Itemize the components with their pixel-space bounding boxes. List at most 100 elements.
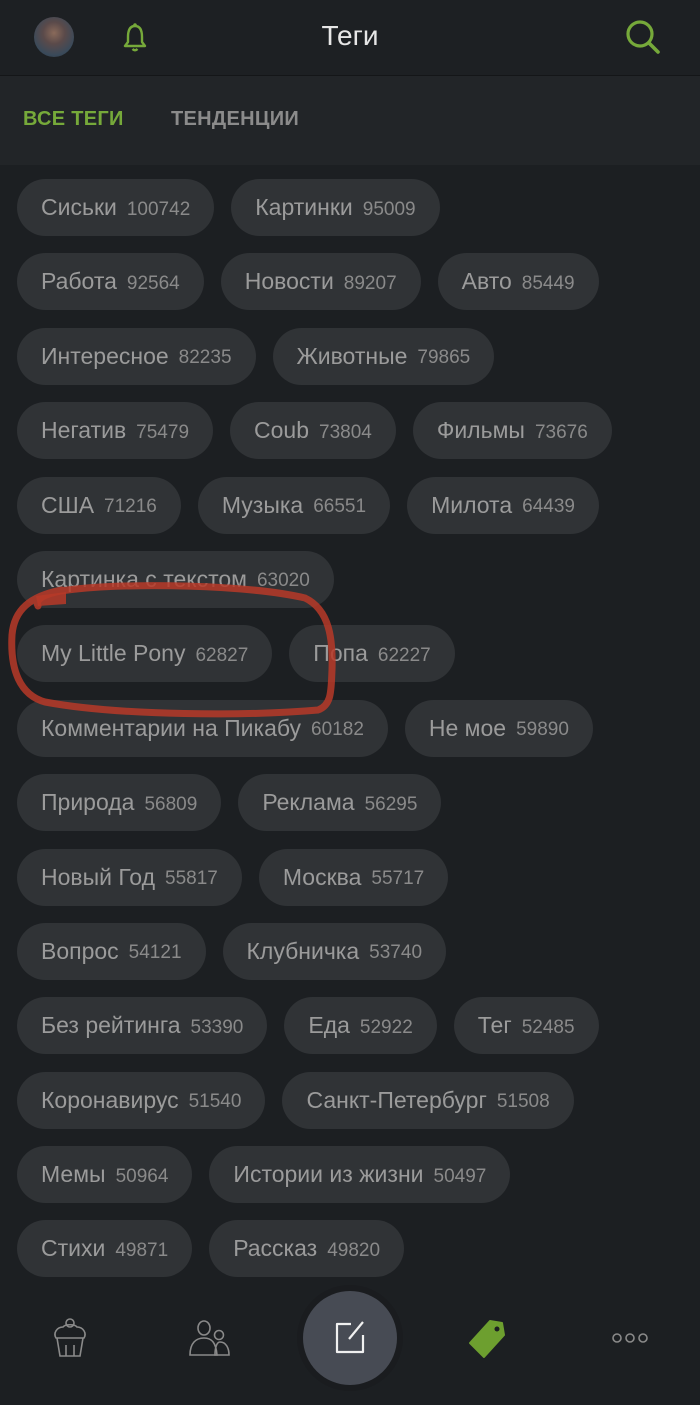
- tag-row: Новый Год 55817 Москва 55717: [17, 848, 697, 906]
- tag-chip[interactable]: Музыка 66551: [197, 476, 391, 534]
- tag-chip[interactable]: Попа 62227: [289, 625, 455, 683]
- tag-count: 56809: [144, 793, 198, 815]
- tag-name: Картинки: [255, 194, 353, 220]
- cupcake-icon[interactable]: [45, 1313, 95, 1363]
- tag-name: Работа: [41, 268, 117, 295]
- tag-name: Мемы: [41, 1161, 106, 1188]
- tag-name: Картинка с текстом: [41, 565, 247, 592]
- tag-count: 75479: [136, 421, 190, 443]
- tag-chip[interactable]: Коронавирус 51540: [17, 1071, 266, 1129]
- tag-chip[interactable]: Природа 56809: [17, 774, 222, 832]
- tag-name: Стихи: [41, 1235, 106, 1262]
- tag-row: My Little Pony 62827 Попа 62227: [17, 625, 697, 683]
- tag-count: 50964: [115, 1165, 169, 1187]
- tag-chip[interactable]: Без рейтинга 53390: [17, 997, 268, 1055]
- tag-chip[interactable]: Картинки 95009: [231, 179, 440, 236]
- tag-count: 79865: [417, 347, 471, 369]
- tag-chip[interactable]: Клубничка 53740: [222, 922, 447, 980]
- tag-row: Мемы 50964 Истории из жизни 50497: [17, 1146, 697, 1204]
- tag-name: Без рейтинга: [41, 1012, 181, 1039]
- tag-name: США: [41, 491, 95, 518]
- tag-count: 49871: [115, 1239, 169, 1261]
- tag-icon[interactable]: [462, 1313, 512, 1363]
- tag-chip[interactable]: Coub 73804: [230, 402, 396, 460]
- tag-chip[interactable]: Новости 89207: [220, 253, 421, 311]
- tag-count: 85449: [521, 272, 575, 294]
- tag-chip[interactable]: Реклама 56295: [238, 774, 442, 832]
- tag-count: 51508: [496, 1091, 550, 1113]
- tag-chip[interactable]: Мемы 50964: [17, 1146, 193, 1204]
- community-icon[interactable]: [186, 1313, 236, 1363]
- tag-row: Природа 56809 Реклама 56295: [17, 774, 697, 832]
- tag-chip[interactable]: Еда 52922: [284, 997, 437, 1055]
- tag-chip[interactable]: Картинка с текстом 63020: [17, 550, 334, 608]
- tag-count: 53740: [369, 942, 423, 964]
- tag-chip[interactable]: Негатив 75479: [17, 402, 214, 460]
- tag-chip[interactable]: Новый Год 55817: [17, 848, 242, 906]
- tag-chip[interactable]: Сиськи 100742: [17, 179, 215, 236]
- tag-name: Новый Год: [41, 863, 156, 890]
- tag-row: Работа 92564 Новости 89207 Авто 85449: [17, 253, 697, 311]
- tag-count: 73804: [319, 421, 372, 443]
- tag-row: США 71216 Музыка 66551 Милота 64439: [17, 476, 697, 534]
- tag-count: 92564: [126, 272, 180, 294]
- tag-count: 55817: [165, 868, 218, 890]
- page-title: Теги: [321, 20, 379, 51]
- tag-chip[interactable]: Авто 85449: [437, 253, 599, 311]
- tag-count: 71216: [104, 496, 157, 518]
- tag-chip[interactable]: Животные 79865: [272, 327, 495, 385]
- tag-chip[interactable]: Комментарии на Пикабу 60182: [17, 699, 388, 757]
- tag-row: Картинка с текстом 63020: [17, 550, 697, 608]
- tag-row: Комментарии на Пикабу 60182 Не мое 59890: [17, 699, 697, 757]
- tag-name: Комментарии на Пикабу: [41, 714, 302, 741]
- tag-name: Коронавирус: [41, 1086, 179, 1113]
- tag-name: Coub: [254, 417, 309, 444]
- tag-chip[interactable]: Не мое 59890: [404, 699, 593, 757]
- compose-button[interactable]: [303, 1291, 397, 1385]
- tag-chip[interactable]: Рассказ 49820: [209, 1220, 405, 1278]
- tag-chip[interactable]: My Little Pony 62827: [17, 625, 273, 683]
- tag-chip[interactable]: Милота 64439: [407, 476, 599, 534]
- tab-all-tags[interactable]: ВСЕ ТЕГИ: [23, 108, 124, 131]
- tag-count: 64439: [522, 496, 575, 518]
- tag-chip[interactable]: США 71216: [17, 476, 181, 534]
- tag-name: Музыка: [221, 491, 304, 518]
- tag-count: 62827: [195, 644, 249, 666]
- tag-name: Природа: [41, 789, 135, 816]
- tag-count: 60182: [311, 719, 364, 741]
- tag-chip[interactable]: Истории из жизни 50497: [209, 1146, 511, 1204]
- tag-chip[interactable]: Москва 55717: [258, 848, 449, 906]
- tag-name: Не мое: [428, 714, 507, 741]
- top-bar: Теги: [0, 0, 700, 76]
- tab-trends[interactable]: ТЕНДЕНЦИИ: [171, 108, 299, 131]
- tag-name: Интересное: [41, 342, 169, 369]
- tag-count: 59890: [516, 719, 569, 741]
- tab-bar: ВСЕ ТЕГИ ТЕНДЕНЦИИ: [0, 76, 700, 165]
- tag-name: Санкт-Петербург: [306, 1086, 487, 1113]
- tag-count: 54121: [128, 942, 182, 964]
- search-icon[interactable]: [624, 18, 662, 56]
- tag-count: 55717: [371, 868, 425, 890]
- tag-name: Реклама: [262, 789, 355, 816]
- tag-chip[interactable]: Тег 52485: [453, 997, 599, 1055]
- tag-name: Попа: [313, 640, 368, 667]
- tag-count: 56295: [364, 793, 418, 815]
- tag-row: Коронавирус 51540 Санкт-Петербург 51508: [17, 1071, 697, 1129]
- more-icon[interactable]: [605, 1313, 655, 1363]
- tag-row: Стихи 49871 Рассказ 49820: [17, 1220, 697, 1278]
- tag-row: Без рейтинга 53390 Еда 52922 Тег 52485: [17, 997, 697, 1055]
- tag-row: Вопрос 54121 Клубничка 53740: [17, 922, 697, 980]
- tag-chip[interactable]: Санкт-Петербург 51508: [282, 1071, 574, 1129]
- tag-count: 73676: [534, 421, 588, 443]
- tag-chip[interactable]: Фильмы 73676: [412, 402, 612, 460]
- tag-name: Негатив: [41, 417, 127, 444]
- tag-row: Интересное 82235 Животные 79865: [17, 327, 697, 385]
- tag-name: Москва: [282, 863, 362, 890]
- tag-count: 89207: [343, 272, 397, 294]
- tag-chip[interactable]: Вопрос 54121: [17, 922, 206, 980]
- tag-chip[interactable]: Работа 92564: [17, 253, 204, 311]
- tag-chip[interactable]: Интересное 82235: [17, 327, 256, 385]
- tag-name: Тег: [477, 1012, 512, 1039]
- tag-name: Истории из жизни: [233, 1161, 424, 1188]
- tag-chip[interactable]: Стихи 49871: [17, 1220, 193, 1278]
